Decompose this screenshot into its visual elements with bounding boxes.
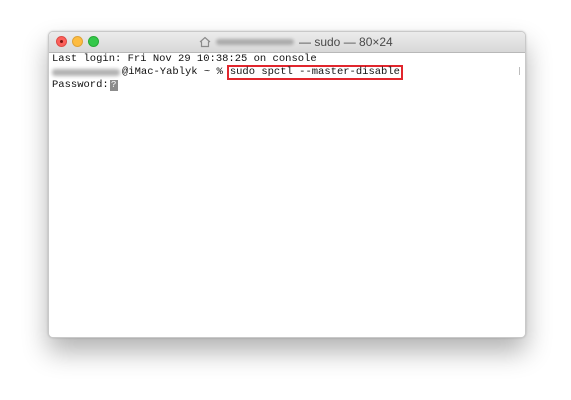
redacted-username (216, 39, 294, 45)
window-title: — sudo — 80×24 (199, 35, 393, 49)
maximize-icon[interactable] (88, 36, 99, 47)
highlighted-command: sudo spctl --master-disable (226, 65, 403, 80)
redacted-username (52, 69, 120, 76)
window-title-text: — sudo — 80×24 (299, 35, 393, 49)
terminal-output[interactable]: Last login: Fri Nov 29 10:38:25 on conso… (49, 53, 525, 337)
terminal-window: — sudo — 80×24 Last login: Fri Nov 29 10… (48, 31, 526, 338)
close-icon[interactable] (56, 36, 67, 47)
prompt-line: @iMac-Yablyk ~ % sudo spctl --master-dis… (52, 65, 525, 80)
password-line: Password: ? (52, 79, 525, 92)
screenshot-stage: — sudo — 80×24 Last login: Fri Nov 29 10… (0, 0, 571, 400)
title-bar[interactable]: — sudo — 80×24 (49, 32, 525, 53)
key-cursor-icon: ? (109, 80, 118, 91)
house-icon (199, 36, 211, 48)
minimize-icon[interactable] (72, 36, 83, 47)
password-prompt: Password: (52, 79, 109, 91)
prompt-host: @iMac-Yablyk ~ % (122, 66, 223, 78)
scrollbar-indicator[interactable] (519, 67, 522, 75)
